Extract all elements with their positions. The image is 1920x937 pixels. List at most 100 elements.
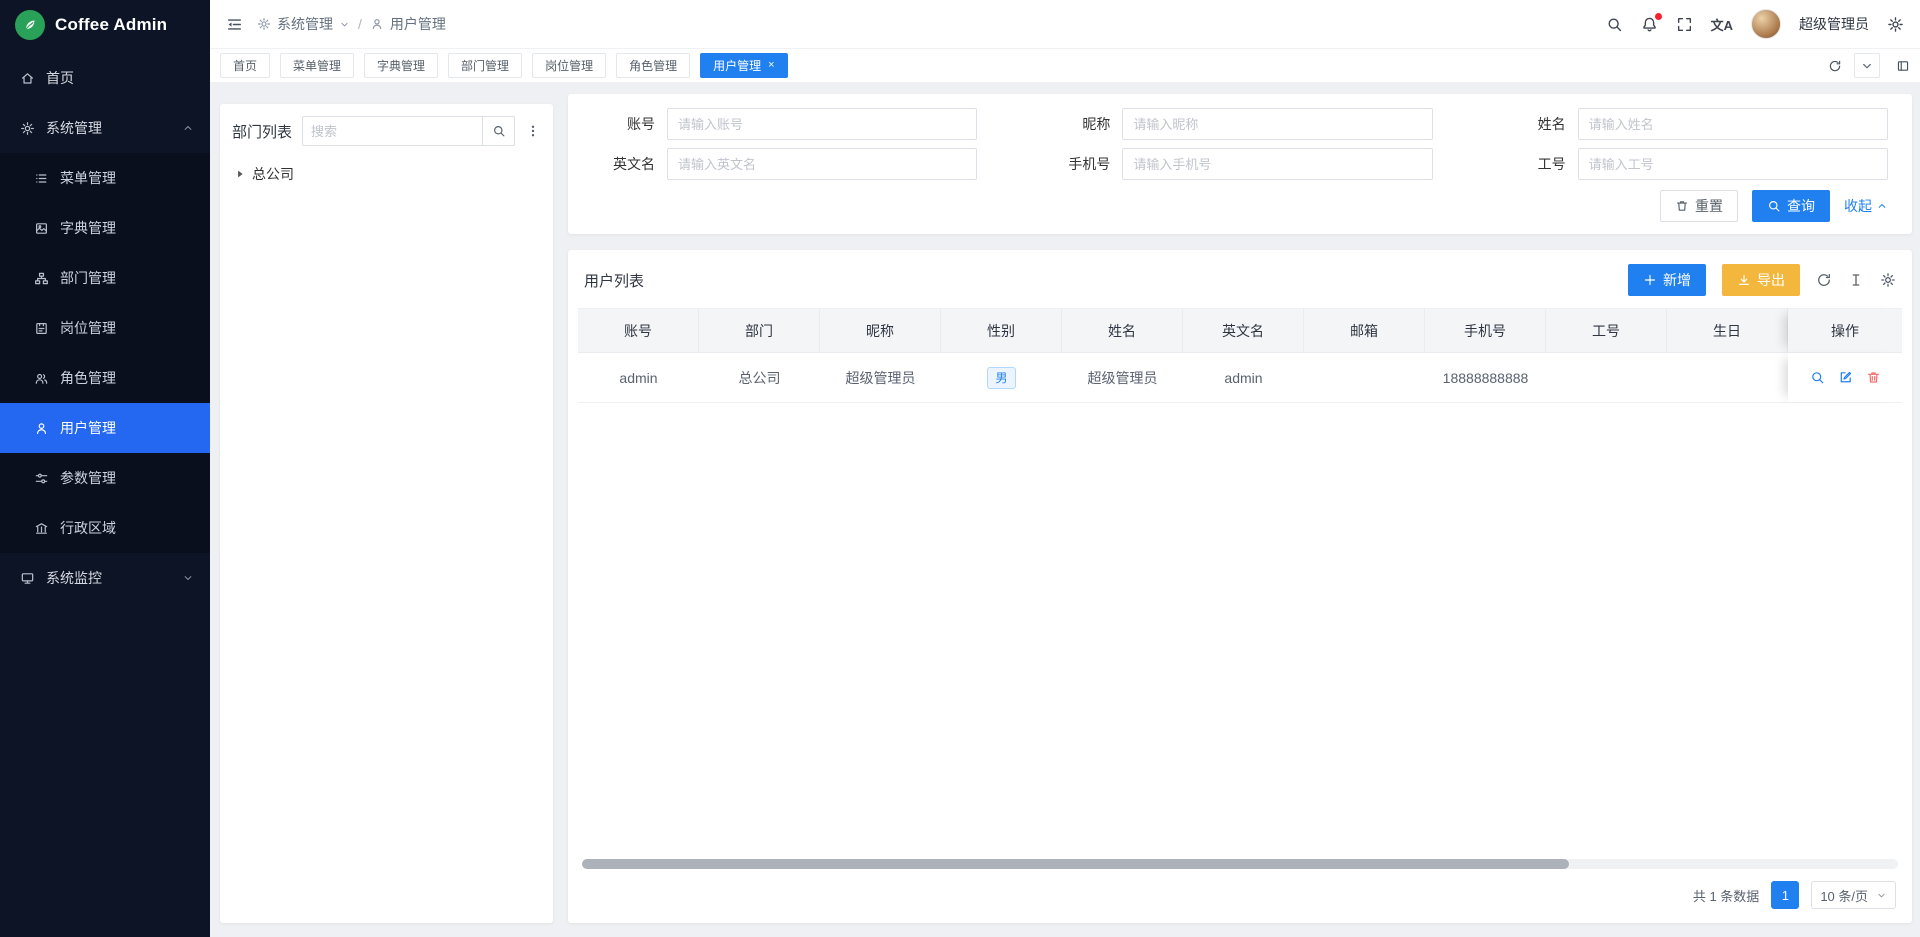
tabbar-controls xyxy=(1828,53,1910,78)
department-more-actions-icon[interactable] xyxy=(525,123,541,139)
tab-menu-management[interactable]: 菜单管理 xyxy=(280,53,354,78)
content-area: 部门列表 总公司 xyxy=(210,82,1920,937)
breadcrumb: 系统管理 / 用户管理 xyxy=(257,14,446,34)
sidebar-item-label: 行政区域 xyxy=(60,518,116,538)
settings-gear-icon[interactable] xyxy=(1887,16,1904,33)
cell-email xyxy=(1304,353,1425,402)
search-form-actions: 重置 查询 收起 xyxy=(592,190,1888,222)
field-nickname: 昵称 xyxy=(1047,108,1432,140)
table-row[interactable]: admin 总公司 超级管理员 男 超级管理员 admin 1888888888… xyxy=(578,353,1902,403)
chevron-down-icon xyxy=(1860,59,1874,73)
app-title: Coffee Admin xyxy=(55,15,167,35)
close-tab-icon[interactable]: × xyxy=(768,60,774,71)
sidebar-group-system-management[interactable]: 系统管理 xyxy=(0,103,210,153)
sidebar-item-role-management[interactable]: 角色管理 xyxy=(0,353,210,403)
sidebar-item-param-management[interactable]: 参数管理 xyxy=(0,453,210,503)
cell-sex: 男 xyxy=(941,353,1062,402)
breadcrumb-root[interactable]: 系统管理 xyxy=(277,14,333,34)
sidebar-item-dict-management[interactable]: 字典管理 xyxy=(0,203,210,253)
notification-badge-dot xyxy=(1655,13,1662,20)
tab-post-management[interactable]: 岗位管理 xyxy=(532,53,606,78)
page-size-select[interactable]: 10 条/页 xyxy=(1811,881,1896,909)
field-label: 手机号 xyxy=(1047,154,1122,174)
tab-home[interactable]: 首页 xyxy=(220,53,270,78)
caret-down-icon xyxy=(339,19,350,30)
tabbar: 首页 菜单管理 字典管理 部门管理 岗位管理 角色管理 用户管理 × xyxy=(210,49,1920,82)
topbar: 系统管理 / 用户管理 文A 超级管理员 xyxy=(210,0,1920,49)
collapse-filters-link[interactable]: 收起 xyxy=(1844,196,1888,216)
department-search-input[interactable] xyxy=(303,117,482,145)
sidebar-item-post-management[interactable]: 岗位管理 xyxy=(0,303,210,353)
column-header: 工号 xyxy=(1546,308,1667,353)
name-input[interactable] xyxy=(1578,108,1888,140)
fullscreen-icon[interactable] xyxy=(1676,16,1693,33)
user-list-panel: 用户列表 新增 导出 xyxy=(568,250,1912,923)
sidebar-menu: 首页 系统管理 菜单管理 字典管理 部门管理 xyxy=(0,49,210,937)
english-name-input[interactable] xyxy=(667,148,977,180)
sex-tag: 男 xyxy=(987,367,1015,389)
delete-user-icon[interactable] xyxy=(1866,370,1881,385)
sidebar-group-system-monitor[interactable]: 系统监控 xyxy=(0,553,210,603)
reset-button[interactable]: 重置 xyxy=(1660,190,1738,222)
work-no-input[interactable] xyxy=(1578,148,1888,180)
chevron-down-icon xyxy=(182,572,194,584)
horizontal-scrollbar-thumb[interactable] xyxy=(582,859,1569,869)
page-number-button[interactable]: 1 xyxy=(1771,881,1799,909)
user-list-header: 用户列表 新增 导出 xyxy=(578,260,1902,308)
tab-user-management[interactable]: 用户管理 × xyxy=(700,53,787,78)
tab-department-management[interactable]: 部门管理 xyxy=(448,53,522,78)
layout-panel-icon[interactable] xyxy=(1896,59,1910,73)
refresh-list-icon[interactable] xyxy=(1816,272,1832,288)
sidebar-item-home[interactable]: 首页 xyxy=(0,53,210,103)
caret-right-icon[interactable] xyxy=(234,168,246,180)
monitor-icon xyxy=(20,571,35,586)
clear-icon xyxy=(1675,199,1689,213)
sidebar-item-department-management[interactable]: 部门管理 xyxy=(0,253,210,303)
avatar[interactable] xyxy=(1751,9,1781,39)
nickname-input[interactable] xyxy=(1122,108,1432,140)
sidebar-item-user-management[interactable]: 用户管理 xyxy=(0,403,210,453)
add-user-button[interactable]: 新增 xyxy=(1628,264,1706,296)
tab-options-button[interactable] xyxy=(1854,53,1880,78)
current-user-name[interactable]: 超级管理员 xyxy=(1799,14,1869,34)
column-settings-gear-icon[interactable] xyxy=(1880,272,1896,288)
tree-node-head-office[interactable]: 总公司 xyxy=(232,158,541,190)
view-user-icon[interactable] xyxy=(1810,370,1825,385)
total-count-text: 共 1 条数据 xyxy=(1693,886,1759,905)
department-search-button[interactable] xyxy=(482,117,514,145)
edit-user-icon[interactable] xyxy=(1838,370,1853,385)
roles-icon xyxy=(34,371,49,386)
user-icon xyxy=(370,17,384,31)
field-label: 昵称 xyxy=(1047,114,1122,134)
global-search-icon[interactable] xyxy=(1606,16,1623,33)
field-work-no: 工号 xyxy=(1503,148,1888,180)
sidebar-item-menu-management[interactable]: 菜单管理 xyxy=(0,153,210,203)
tab-role-management[interactable]: 角色管理 xyxy=(616,53,690,78)
refresh-tab-icon[interactable] xyxy=(1828,59,1842,73)
export-button[interactable]: 导出 xyxy=(1722,264,1800,296)
phone-input[interactable] xyxy=(1122,148,1432,180)
notifications-button[interactable] xyxy=(1641,16,1658,33)
cell-work-no xyxy=(1546,353,1667,402)
badge-icon xyxy=(34,321,49,336)
table-empty-space xyxy=(578,403,1902,859)
horizontal-scrollbar-track[interactable] xyxy=(582,859,1898,869)
account-input[interactable] xyxy=(667,108,977,140)
density-icon[interactable] xyxy=(1848,272,1864,288)
query-button[interactable]: 查询 xyxy=(1752,190,1830,222)
collapse-sidebar-icon[interactable] xyxy=(226,16,243,33)
field-english-name: 英文名 xyxy=(592,148,977,180)
tab-dict-management[interactable]: 字典管理 xyxy=(364,53,438,78)
pagination: 共 1 条数据 1 10 条/页 xyxy=(578,875,1902,917)
user-list-title: 用户列表 xyxy=(584,270,644,291)
bank-icon xyxy=(34,521,49,536)
cell-department: 总公司 xyxy=(699,353,820,402)
translate-icon[interactable]: 文A xyxy=(1711,15,1733,34)
department-tree: 总公司 xyxy=(232,158,541,190)
user-search-form: 账号 昵称 姓名 英文名 xyxy=(568,94,1912,234)
sidebar-item-label: 菜单管理 xyxy=(60,168,116,188)
department-panel: 部门列表 总公司 xyxy=(220,104,553,923)
sidebar-item-admin-region[interactable]: 行政区域 xyxy=(0,503,210,553)
field-label: 账号 xyxy=(592,114,667,134)
field-label: 英文名 xyxy=(592,154,667,174)
